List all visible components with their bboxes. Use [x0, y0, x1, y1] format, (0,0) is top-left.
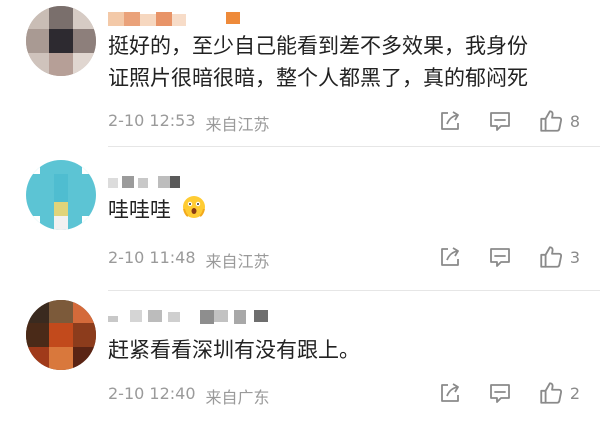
comment-item: 哇哇哇 2-10 11:48 来自江苏 3 — [0, 148, 600, 291]
comment-icon — [489, 384, 510, 403]
comment-actions: 2 — [412, 380, 580, 406]
comment-meta: 2-10 11:48 来自江苏 — [108, 248, 270, 272]
location: 来自广东 — [205, 388, 270, 407]
share-icon — [440, 383, 459, 402]
comment-actions: 3 — [412, 244, 580, 270]
timestamp: 2-10 12:53 — [108, 111, 196, 130]
avatar[interactable] — [26, 6, 96, 76]
location: 来自江苏 — [205, 252, 270, 271]
share-icon — [440, 111, 459, 130]
divider — [108, 146, 600, 147]
username-blurred[interactable] — [108, 8, 248, 28]
thumbs-up-icon — [540, 110, 562, 132]
comment-icon — [489, 248, 510, 267]
comment-meta: 2-10 12:40 来自广东 — [108, 384, 270, 408]
comment-text: 哇哇哇 — [108, 194, 588, 228]
timestamp: 2-10 12:40 — [108, 384, 196, 403]
username-blurred[interactable] — [108, 172, 188, 192]
thumbs-up-icon — [540, 246, 562, 268]
thumbs-up-icon — [540, 382, 562, 404]
comment-item: 赶紧看看深圳有没有跟上。 2-10 12:40 来自广东 2 — [0, 292, 600, 426]
comment-icon — [489, 112, 510, 131]
like-count: 2 — [569, 383, 580, 403]
reply-button[interactable] — [488, 109, 512, 133]
comment-text-line: 证照片很暗很暗，整个人都黑了，真的郁闷死 — [108, 66, 528, 90]
avatar[interactable] — [26, 160, 96, 230]
avatar[interactable] — [26, 300, 96, 370]
comment-text: 赶紧看看深圳有没有跟上。 — [108, 334, 588, 366]
comment-actions: 8 — [412, 108, 580, 134]
share-button[interactable] — [438, 381, 462, 405]
divider — [108, 290, 600, 291]
comment-text-line: 赶紧看看深圳有没有跟上。 — [108, 338, 360, 362]
comment-meta: 2-10 12:53 来自江苏 — [108, 111, 270, 135]
reply-button[interactable] — [488, 381, 512, 405]
share-icon — [440, 247, 459, 266]
like-button[interactable]: 2 — [538, 380, 580, 406]
comment-text: 挺好的，至少自己能看到差不多效果，我身份 证照片很暗很暗，整个人都黑了，真的郁闷… — [108, 30, 588, 94]
reply-button[interactable] — [488, 245, 512, 269]
location: 来自江苏 — [205, 115, 270, 134]
share-button[interactable] — [438, 245, 462, 269]
shocked-face-emoji — [182, 195, 206, 228]
comment-text-line: 哇哇哇 — [108, 198, 171, 222]
comment-text-line: 挺好的，至少自己能看到差不多效果，我身份 — [108, 34, 528, 58]
share-button[interactable] — [438, 109, 462, 133]
like-button[interactable]: 3 — [538, 244, 580, 270]
comment-item: 挺好的，至少自己能看到差不多效果，我身份 证照片很暗很暗，整个人都黑了，真的郁闷… — [0, 0, 600, 147]
username-blurred[interactable] — [108, 306, 278, 326]
like-count: 3 — [569, 247, 580, 267]
like-count: 8 — [569, 111, 580, 131]
like-button[interactable]: 8 — [538, 108, 580, 134]
timestamp: 2-10 11:48 — [108, 248, 196, 267]
